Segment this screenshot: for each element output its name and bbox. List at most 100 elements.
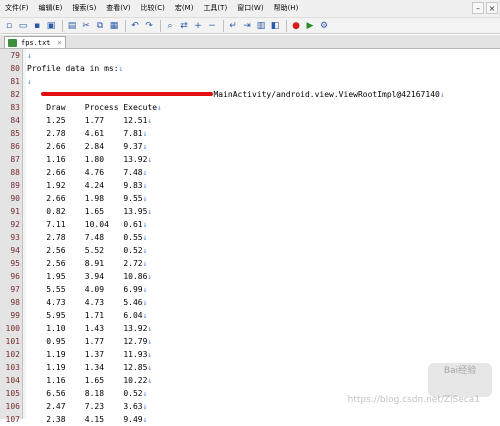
compare-icon[interactable]: ◧ — [269, 20, 281, 32]
eol-marker-icon: ↓ — [142, 129, 148, 138]
eol-marker-icon: ↓ — [147, 350, 153, 359]
editor-line: 79 ↓ — [0, 49, 500, 62]
line-text: 1.19 1.34 12.85↓ — [27, 361, 152, 374]
minimize-button[interactable]: – — [472, 2, 484, 14]
eol-marker-icon: ↓ — [142, 402, 148, 411]
text-editor[interactable]: 79 ↓ 80 Profile data in ms:↓ 81 ↓ 82 MainActiv… — [0, 49, 500, 424]
line-text: 2.66 1.98 9.55↓ — [27, 192, 147, 205]
line-content: 2.56 5.52 0.52 — [27, 246, 143, 255]
tab-label: fps.txt — [21, 39, 51, 47]
paste-icon[interactable]: ▦ — [108, 20, 120, 32]
line-content: 2.66 2.84 9.37 — [27, 142, 143, 151]
line-number: 85 — [10, 129, 20, 138]
menu-item[interactable]: 编辑(E) — [34, 0, 68, 17]
line-text: 0.82 1.65 13.95↓ — [27, 205, 152, 218]
toolbar-separator — [286, 19, 287, 32]
wrap-icon[interactable]: ↵ — [227, 20, 239, 32]
editor-line: 87 1.16 1.80 13.92↓ — [0, 153, 500, 166]
line-content: 2.66 1.98 9.55 — [27, 194, 143, 203]
line-number: 81 — [10, 77, 20, 86]
line-number: 82 — [10, 90, 20, 99]
window-controls: – × — [472, 2, 498, 14]
line-number: 86 — [10, 142, 20, 151]
editor-line: 99 5.95 1.71 6.04↓ — [0, 309, 500, 322]
eol-marker-icon: ↓ — [147, 337, 153, 346]
toolbar-separator — [125, 19, 126, 32]
save-icon[interactable]: ▪ — [31, 20, 43, 32]
line-number: 91 — [10, 207, 20, 216]
eol-marker-icon: ↓ — [147, 272, 153, 281]
settings-icon[interactable]: ⚙ — [318, 20, 330, 32]
editor-line: 102 1.19 1.37 11.93↓ — [0, 348, 500, 361]
redo-icon[interactable]: ↷ — [143, 20, 155, 32]
line-number: 102 — [5, 350, 20, 359]
menu-bar: 文件(F) 编辑(E) 搜索(S) 查看(V) 比较(C) 宏(M) 工具(T) 窗口(W) 帮… — [0, 0, 500, 18]
line-content: 1.19 1.34 12.85 — [27, 363, 148, 372]
menu-item[interactable]: 文件(F) — [0, 0, 34, 17]
replace-icon[interactable]: ⇄ — [178, 20, 190, 32]
line-content: 7.11 10.04 0.61 — [27, 220, 143, 229]
eol-marker-icon: ↓ — [147, 116, 153, 125]
tab-fps-txt[interactable]: fps.txt × — [4, 36, 66, 48]
line-number: 93 — [10, 233, 20, 242]
line-text: 2.47 7.23 3.63↓ — [27, 400, 147, 413]
copy-icon[interactable]: ⧉ — [94, 20, 106, 32]
editor-line: 93 2.78 7.48 0.55↓ — [0, 231, 500, 244]
undo-icon[interactable]: ↶ — [129, 20, 141, 32]
tab-close-icon[interactable]: × — [57, 37, 61, 49]
line-content: 1.95 3.94 10.86 — [27, 272, 148, 281]
new-file-icon[interactable]: ▫ — [3, 20, 15, 32]
editor-line: 84 1.25 1.77 12.51↓ — [0, 114, 500, 127]
menu-item[interactable]: 查看(V) — [101, 0, 135, 17]
line-text: 1.16 1.80 13.92↓ — [27, 153, 152, 166]
close-button[interactable]: × — [486, 2, 498, 14]
line-number: 84 — [10, 116, 20, 125]
menu-item[interactable]: 工具(T) — [198, 0, 232, 17]
zoom-out-icon[interactable]: − — [206, 20, 218, 32]
menu-item[interactable]: 帮助(H) — [269, 0, 304, 17]
macro-record-icon[interactable]: ● — [290, 20, 302, 32]
editor-line: 103 1.19 1.34 12.85↓ — [0, 361, 500, 374]
line-number: 107 — [5, 415, 20, 424]
line-text: 1.95 3.94 10.86↓ — [27, 270, 152, 283]
line-content: 5.95 1.71 6.04 — [27, 311, 143, 320]
editor-line: 90 2.66 1.98 9.55↓ — [0, 192, 500, 205]
line-content: 0.82 1.65 13.95 — [27, 207, 148, 216]
view-icon[interactable]: ▥ — [255, 20, 267, 32]
line-number: 88 — [10, 168, 20, 177]
line-text: ↓ — [27, 49, 32, 62]
find-icon[interactable]: ⌕ — [164, 20, 176, 32]
eol-marker-icon: ↓ — [27, 51, 32, 60]
editor-line: 96 1.95 3.94 10.86↓ — [0, 270, 500, 283]
indent-icon[interactable]: ⇥ — [241, 20, 253, 32]
line-text: MainActivity/android.view.ViewRootImpl@4… — [27, 88, 445, 101]
eol-marker-icon: ↓ — [142, 415, 148, 424]
cut-icon[interactable]: ✂ — [80, 20, 92, 32]
eol-marker-icon: ↓ — [147, 155, 153, 164]
line-text: 7.11 10.04 0.61↓ — [27, 218, 147, 231]
menu-item[interactable]: 宏(M) — [170, 0, 199, 17]
line-number: 105 — [5, 389, 20, 398]
save-all-icon[interactable]: ▣ — [45, 20, 57, 32]
line-number: 95 — [10, 259, 20, 268]
line-content: Draw Process Execute — [27, 103, 158, 112]
editor-line: 107 2.38 4.15 9.49↓ — [0, 413, 500, 426]
eol-marker-icon: ↓ — [147, 207, 153, 216]
zoom-in-icon[interactable]: + — [192, 20, 204, 32]
line-content: 2.47 7.23 3.63 — [27, 402, 143, 411]
menu-item[interactable]: 窗口(W) — [232, 0, 268, 17]
line-content: 6.56 8.18 0.52 — [27, 389, 143, 398]
line-number: 83 — [10, 103, 20, 112]
menu-item[interactable]: 搜索(S) — [67, 0, 101, 17]
open-file-icon[interactable]: ▭ — [17, 20, 29, 32]
line-number: 92 — [10, 220, 20, 229]
toolbar-separator — [62, 19, 63, 32]
line-number: 89 — [10, 181, 20, 190]
line-number: 80 — [10, 64, 20, 73]
print-icon[interactable]: ▤ — [66, 20, 78, 32]
line-text: 5.55 4.09 6.99↓ — [27, 283, 147, 296]
tab-bar: fps.txt × — [0, 35, 500, 49]
macro-play-icon[interactable]: ▶ — [304, 20, 316, 32]
line-content: 2.78 4.61 7.81 — [27, 129, 143, 138]
menu-item[interactable]: 比较(C) — [136, 0, 170, 17]
